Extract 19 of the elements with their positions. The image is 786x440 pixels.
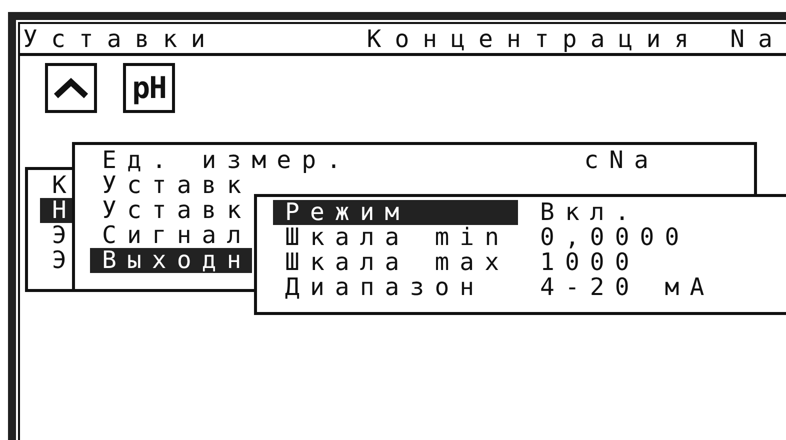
ph-button[interactable]: pH — [123, 63, 175, 113]
menu-value: 0,0000 — [540, 225, 690, 250]
menu-item[interactable]: Шкала min — [273, 225, 518, 250]
menu-value: 1000 — [540, 250, 640, 275]
menu-item[interactable]: Уставк — [90, 173, 252, 198]
chevron-up-icon — [53, 77, 89, 99]
menu-value: cNa — [584, 148, 659, 173]
menu-item[interactable]: Диапазон — [273, 275, 518, 300]
menu-item[interactable]: Ед. измер. — [90, 148, 352, 173]
up-button[interactable] — [45, 63, 97, 113]
menu-item[interactable]: Выходн — [90, 248, 252, 273]
menu-item[interactable]: Сигнал — [90, 223, 252, 248]
menu-value: Вкл. — [540, 200, 640, 225]
menu-item[interactable]: Уставк — [90, 198, 252, 223]
menu-item[interactable]: Режим — [273, 200, 518, 225]
menu-value: 4-20 мА — [540, 275, 715, 300]
menu-item[interactable]: Шкала max — [273, 250, 518, 275]
screen-title: Уставки — [22, 24, 220, 52]
parameter-name: Концентрация Na — [366, 24, 786, 52]
